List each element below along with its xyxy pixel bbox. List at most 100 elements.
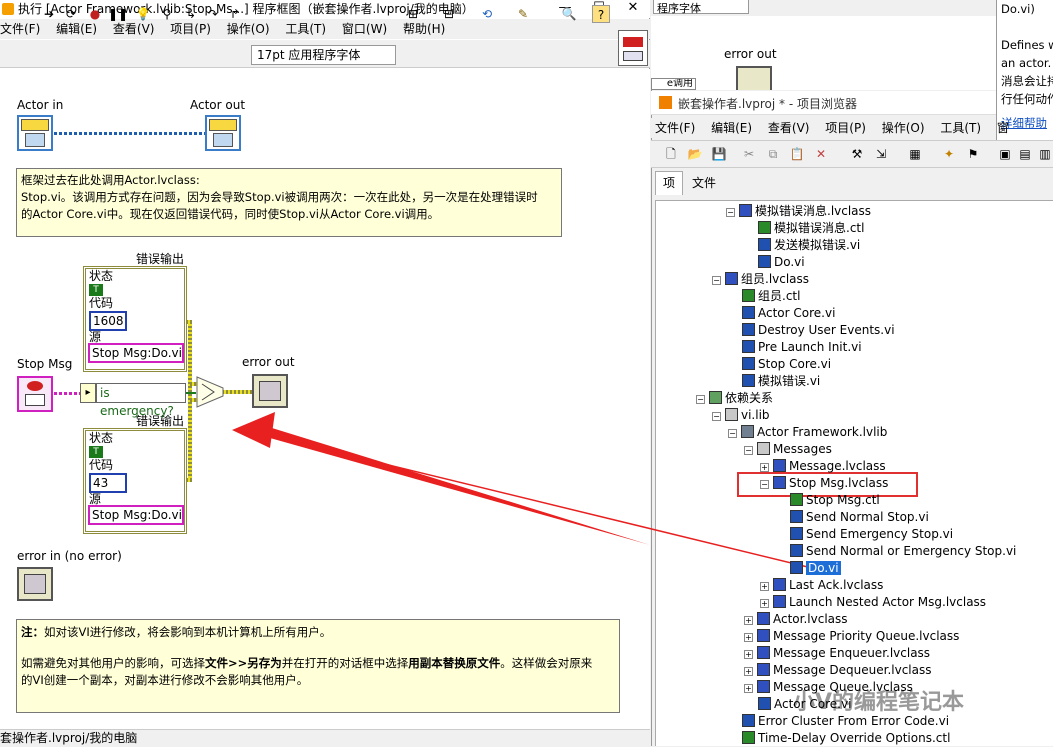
tree-item[interactable]: 组员.ctl — [742, 288, 800, 305]
ctl-icon — [758, 221, 771, 234]
tree-item[interactable]: − 模拟错误消息.lvclass — [726, 203, 871, 220]
tree-item[interactable]: + Message Enqueuer.lvclass — [744, 645, 930, 662]
vi-icon — [742, 340, 755, 353]
vi-icon — [790, 561, 803, 574]
tree-item-label: Actor Framework.lvlib — [757, 425, 888, 439]
vi-icon — [790, 527, 803, 540]
lib-icon — [741, 425, 754, 438]
tree-item[interactable]: + Message Dequeuer.lvclass — [744, 662, 932, 679]
vi-icon — [758, 238, 771, 251]
expand-toggle-icon[interactable]: − — [726, 208, 735, 217]
arrow-head — [232, 412, 275, 448]
tree-item[interactable]: Send Normal or Emergency Stop.vi — [790, 543, 1016, 560]
expand-toggle-icon[interactable]: + — [744, 616, 753, 625]
expand-toggle-icon[interactable]: − — [744, 446, 753, 455]
tree-item-label: Pre Launch Init.vi — [758, 340, 862, 354]
class-icon — [773, 595, 786, 608]
expand-toggle-icon[interactable]: + — [744, 667, 753, 676]
expand-toggle-icon[interactable]: + — [760, 582, 769, 591]
class-icon — [773, 459, 786, 472]
tree-item[interactable]: + Message.lvclass — [760, 458, 886, 475]
tree-item[interactable]: Do.vi — [758, 254, 805, 271]
expand-toggle-icon[interactable]: + — [760, 463, 769, 472]
expand-toggle-icon[interactable]: − — [696, 395, 705, 404]
class-icon — [757, 612, 770, 625]
vi-icon — [742, 306, 755, 319]
tree-item-label: Send Emergency Stop.vi — [806, 527, 954, 541]
tree-item-label: 组员.ctl — [758, 289, 801, 303]
tree-item[interactable]: Send Emergency Stop.vi — [790, 526, 953, 543]
tree-item[interactable]: + Last Ack.lvclass — [760, 577, 883, 594]
tree-item-label: Message.lvclass — [789, 459, 886, 473]
tree-item[interactable]: Actor Core.vi — [758, 696, 851, 713]
tree-item[interactable]: + Message Queue.lvclass — [744, 679, 913, 696]
tree-item-label: 发送模拟错误.vi — [774, 238, 861, 252]
class-icon — [757, 646, 770, 659]
tree-item-label: Send Normal Stop.vi — [806, 510, 929, 524]
tree-item[interactable]: Send Normal Stop.vi — [790, 509, 929, 526]
tree-item[interactable]: Pre Launch Init.vi — [742, 339, 862, 356]
tree-item-label: Do.vi — [774, 255, 805, 269]
vi-icon — [742, 323, 755, 336]
tree-item[interactable]: − Messages — [744, 441, 832, 458]
vi-icon — [758, 255, 771, 268]
expand-toggle-icon[interactable]: − — [728, 429, 737, 438]
tree-item-label: Message Queue.lvclass — [773, 680, 913, 694]
tree-item[interactable]: − 组员.lvclass — [712, 271, 809, 288]
ctl-icon — [790, 493, 803, 506]
tree-item-label: 组员.lvclass — [741, 272, 810, 286]
expand-toggle-icon[interactable]: + — [760, 599, 769, 608]
vi-icon — [742, 714, 755, 727]
tree-item-label: Stop Msg.lvclass — [789, 476, 889, 490]
tree-item-label: Time-Delay Override Options.ctl — [758, 731, 951, 745]
vi-icon — [790, 544, 803, 557]
tree-item[interactable]: Error Cluster From Error Code.vi — [742, 713, 949, 730]
tree-item-label: Stop Core.vi — [758, 357, 832, 371]
tree-item[interactable]: Actor Core.vi — [742, 305, 835, 322]
tree-item-label: Last Ack.lvclass — [789, 578, 884, 592]
expand-toggle-icon[interactable]: − — [760, 480, 769, 489]
tree-item[interactable]: Stop Core.vi — [742, 356, 831, 373]
tree-item-label: Do.vi — [806, 561, 841, 575]
tree-item[interactable]: − 依赖关系 — [696, 390, 773, 407]
tree-item[interactable]: 模拟错误消息.ctl — [758, 220, 864, 237]
expand-toggle-icon[interactable]: − — [712, 276, 721, 285]
folder-icon — [725, 408, 738, 421]
tree-item-label: 模拟错误消息.ctl — [774, 221, 865, 235]
tree-item[interactable]: Stop Msg.ctl — [790, 492, 880, 509]
expand-toggle-icon[interactable]: + — [744, 633, 753, 642]
tree-item[interactable]: − Stop Msg.lvclass — [760, 475, 888, 492]
tree-item[interactable]: 模拟错误.vi — [742, 373, 820, 390]
arrow-body — [270, 428, 650, 545]
tree-item-label: Destroy User Events.vi — [758, 323, 895, 337]
tree-item-label: 模拟错误.vi — [758, 374, 821, 388]
tree-item[interactable]: + Launch Nested Actor Msg.lvclass — [760, 594, 986, 611]
vi-icon — [790, 510, 803, 523]
tree-item[interactable]: − vi.lib — [712, 407, 770, 424]
tree-item-label: Actor Core.vi — [774, 697, 852, 711]
class-icon — [773, 476, 786, 489]
expand-toggle-icon[interactable]: − — [712, 412, 721, 421]
tree-item-label: Actor Core.vi — [758, 306, 836, 320]
tree-item-label: Error Cluster From Error Code.vi — [758, 714, 950, 728]
tree-item-label: vi.lib — [741, 408, 770, 422]
ctl-icon — [742, 731, 755, 744]
class-icon — [757, 680, 770, 693]
tree-item[interactable]: Do.vi — [790, 560, 841, 577]
class-icon — [757, 663, 770, 676]
tree-item[interactable]: 发送模拟错误.vi — [758, 237, 860, 254]
tree-item[interactable]: Destroy User Events.vi — [742, 322, 895, 339]
tree-item-label: Message Dequeuer.lvclass — [773, 663, 932, 677]
tree-item[interactable]: Time-Delay Override Options.ctl — [742, 730, 950, 747]
tree-item-label: Message Enqueuer.lvclass — [773, 646, 931, 660]
class-icon — [725, 272, 738, 285]
dep-icon — [709, 391, 722, 404]
class-icon — [773, 578, 786, 591]
tree-item[interactable]: + Actor.lvclass — [744, 611, 848, 628]
vi-icon — [742, 374, 755, 387]
expand-toggle-icon[interactable]: + — [744, 650, 753, 659]
tree-item[interactable]: − Actor Framework.lvlib — [728, 424, 887, 441]
expand-toggle-icon[interactable]: + — [744, 684, 753, 693]
tree-item-label: Launch Nested Actor Msg.lvclass — [789, 595, 987, 609]
tree-item[interactable]: + Message Priority Queue.lvclass — [744, 628, 959, 645]
